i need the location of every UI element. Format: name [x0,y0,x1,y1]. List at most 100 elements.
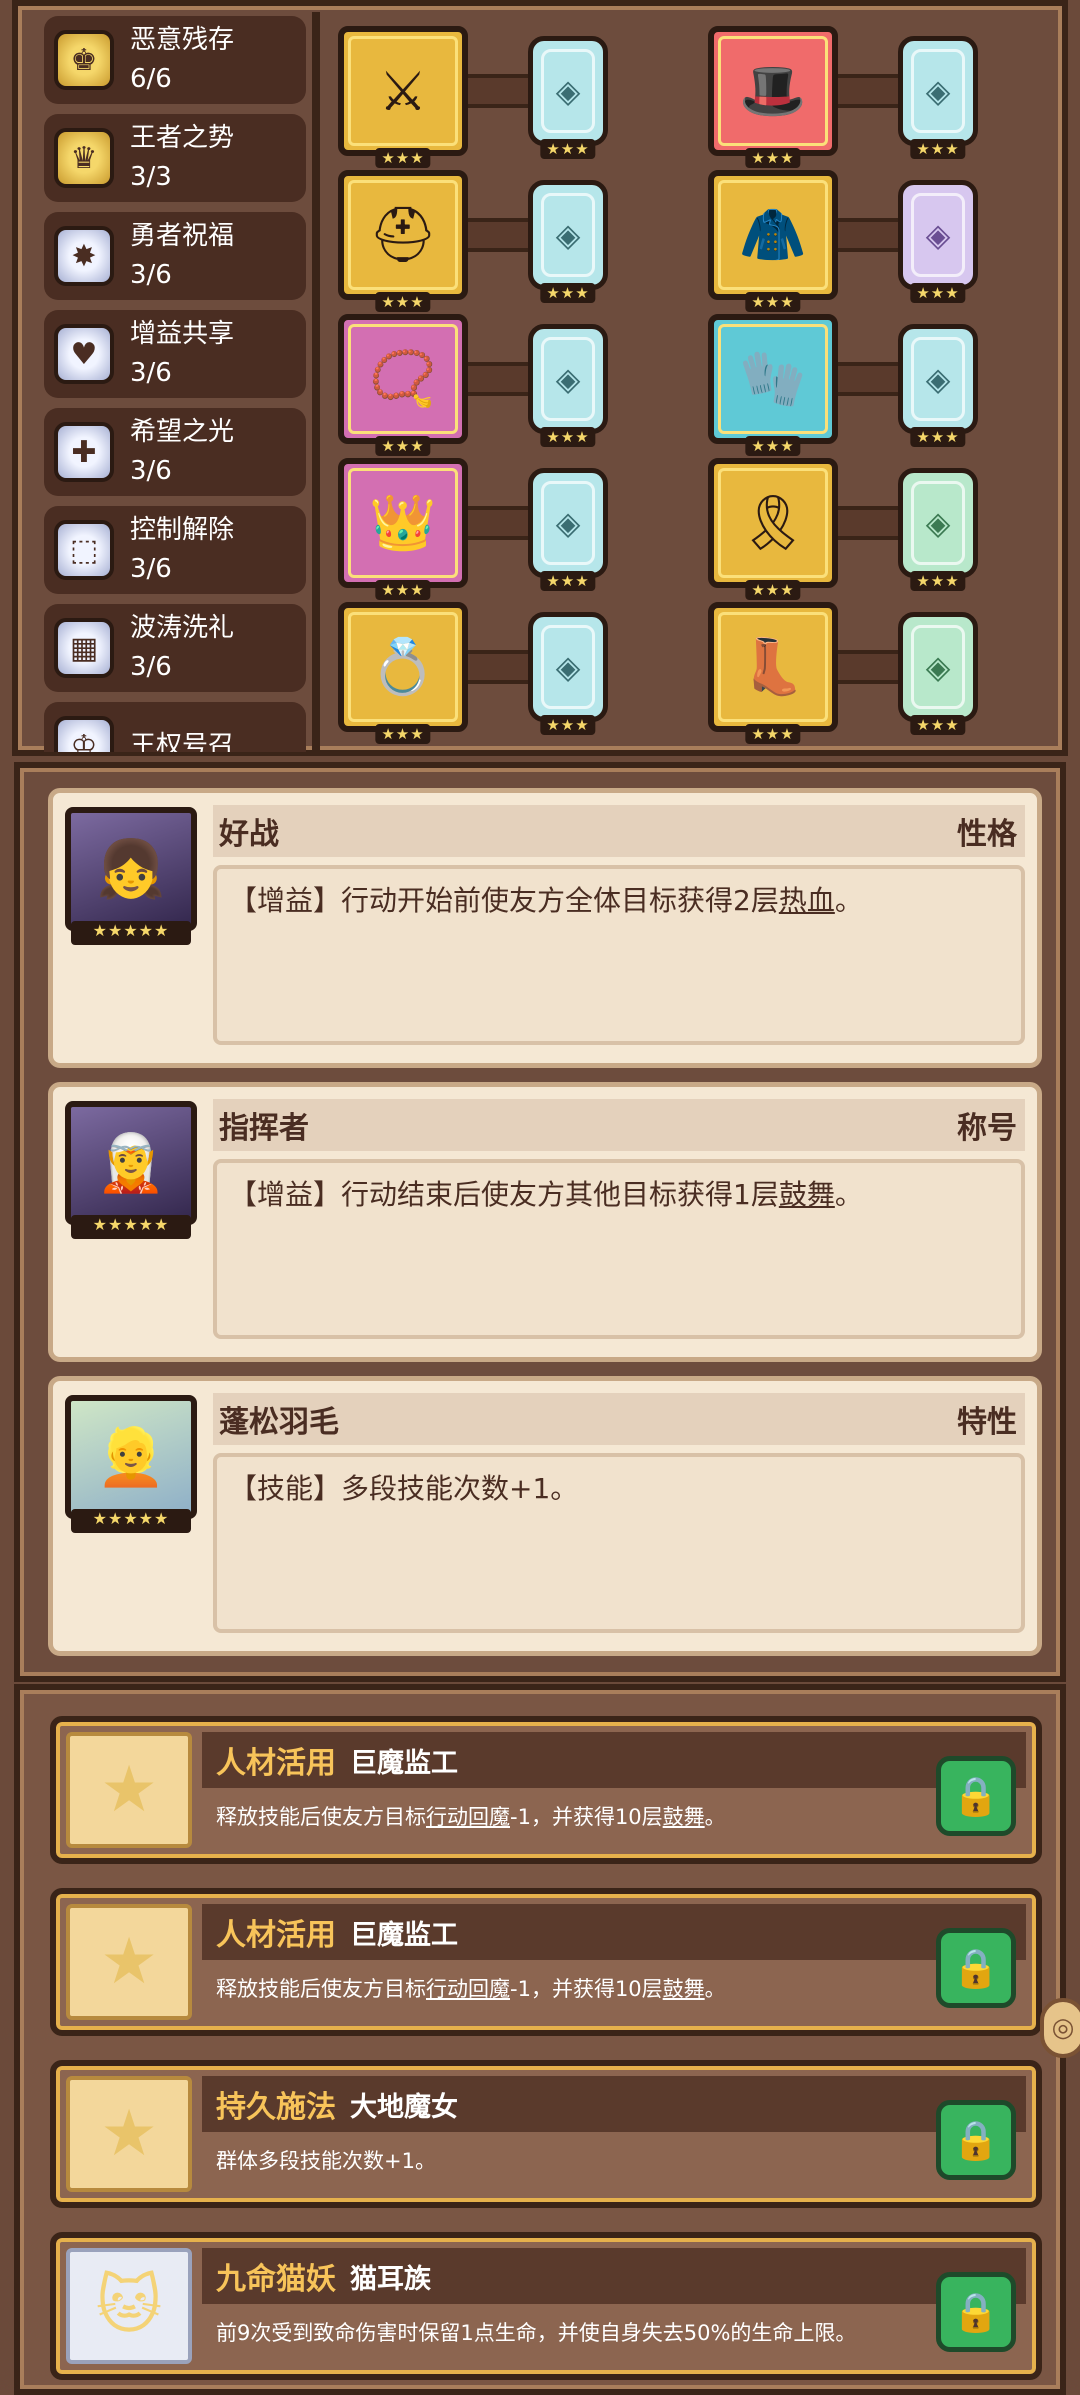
talent-panel: ★ 人材活用 巨魔监工 释放技能后使友方目标行动回魔-1，并获得10层鼓舞。 🔒 ★ 人材活… [14,1684,1066,2395]
trait-type: 称号 [957,1111,1017,1146]
equipment-slot[interactable]: 💍 ★★★ [338,602,468,744]
set-bonus-name: 增益共享 [130,319,235,349]
slot-connector [834,362,898,396]
gem-slot[interactable]: ◈ ★★★ [898,612,978,735]
equipment-slot[interactable]: ⛑ ★★★ [338,170,468,312]
trait-type: 性格 [957,817,1017,852]
keyword-link[interactable]: 行动回魔 [426,1977,510,2001]
set-bonus-item[interactable]: ♥ 增益共享 3/6 [44,310,306,398]
gem-slot[interactable]: ◈ ★★★ [898,468,978,591]
talent-source: 大地魔女 [350,2091,458,2123]
set-bonus-text: 勇者祝福 3/6 [130,217,234,295]
slot-connector [834,650,898,684]
equipment-slot[interactable]: 👑 ★★★ [338,458,468,600]
buff-keyword-link[interactable]: 鼓舞 [779,1178,835,1211]
gem-slot[interactable]: ◈ ★★★ [898,180,978,303]
equipment-stars: ★★★ [745,292,801,312]
lock-icon: 🔒 [952,1945,1000,1990]
lock-button[interactable]: 🔒 [936,1928,1016,2008]
glove-icon: 🧤 [739,347,807,410]
hat-icon: 🎩 [739,59,807,122]
panel-divider [312,12,320,752]
keyword-link[interactable]: 行动回魔 [426,1805,510,1829]
equipment-slot[interactable]: 🎩 ★★★ [708,26,838,168]
set-bonus-item[interactable]: ⬚ 控制解除 3/6 [44,506,306,594]
gem-icon: ◈ [925,648,951,686]
gem-slot[interactable]: ◈ ★★★ [528,324,608,447]
lock-button[interactable]: 🔒 [936,2272,1016,2352]
slot-connector [834,218,898,252]
equipment-row: 👑 ★★★ ◈ ★★★ 🎗 ★★★ ◈ ★★★ [328,458,1062,600]
set-bonus-count: 6/6 [130,64,172,94]
keyword-link[interactable]: 鼓舞 [663,1977,705,2001]
gem-stars: ★★★ [910,715,966,735]
blonde-hero-portrait[interactable]: 👱 [65,1395,197,1519]
talent-card: ★ 人材活用 巨魔监工 释放技能后使友方目标行动回魔-1，并获得10层鼓舞。 🔒 [50,1888,1042,2036]
equipment-stars: ★★★ [375,292,431,312]
equipment-slot[interactable]: ⚔ ★★★ [338,26,468,168]
equipment-slot[interactable]: 🧥 ★★★ [708,170,838,312]
trait-title: 蓬松羽毛 [219,1405,339,1440]
gem-stars: ★★★ [540,571,596,591]
trait-desc-text: 【增益】行动开始前使友方全体目标获得2层 [229,884,779,917]
talent-description: 释放技能后使友方目标行动回魔-1，并获得10层鼓舞。 [216,1802,906,1832]
equipment-row: 💍 ★★★ ◈ ★★★ 👢 ★★★ ◈ ★★★ [328,602,1062,744]
necklace-icon: 📿 [369,347,437,410]
lock-button[interactable]: 🔒 [936,1756,1016,1836]
helmet-icon: ⛑ [368,203,438,266]
keyword-link[interactable]: 鼓舞 [663,1805,705,1829]
set-bonus-text: 王权号召 [130,727,234,752]
scroll-handle-icon[interactable]: ◎ [1040,1998,1080,2058]
set-bonus-item[interactable]: ♔ 王权号召 [44,702,306,752]
portrait-stars: ★★★★★ [71,1509,191,1533]
talent-desc-text: 释放技能后使友方目标 [216,1805,426,1829]
equipment-slot[interactable]: 👢 ★★★ [708,602,838,744]
set-bonus-name: 王权号召 [130,731,235,752]
gem-slot[interactable]: ◈ ★★★ [528,180,608,303]
silver-heart-icon: ♥ [54,324,114,384]
gem-icon: ◈ [555,216,581,254]
gem-stars: ★★★ [910,571,966,591]
talent-header: 人材活用 巨魔监工 [202,1904,1026,1960]
equipment-slot[interactable]: 📿 ★★★ [338,314,468,456]
set-bonus-count: 3/6 [130,260,172,290]
lock-button[interactable]: 🔒 [936,2100,1016,2180]
talent-source: 猫耳族 [350,2263,431,2295]
gem-icon: ◈ [555,72,581,110]
gem-slot[interactable]: ◈ ★★★ [898,324,978,447]
set-bonus-item[interactable]: ▦ 波涛洗礼 3/6 [44,604,306,692]
equipment-slot[interactable]: 🎗 ★★★ [708,458,838,600]
trait-card: 👱 ★★★★★ 蓬松羽毛 特性 【技能】多段技能次数+1。 [48,1376,1042,1656]
set-bonus-text: 恶意残存 6/6 [130,21,234,99]
purple-hair-hero-portrait[interactable]: 🧝 [65,1101,197,1225]
gem-icon: ◈ [925,360,951,398]
set-bonus-item[interactable]: ♚ 恶意残存 6/6 [44,16,306,104]
dark-hair-hero-portrait[interactable]: 👧 [65,807,197,931]
equipment-stars: ★★★ [745,580,801,600]
gem-slot[interactable]: ◈ ★★★ [528,36,608,159]
set-bonus-item[interactable]: ✸ 勇者祝福 3/6 [44,212,306,300]
sword-icon: ⚔ [378,59,428,123]
gem-stars: ★★★ [540,427,596,447]
set-bonus-name: 控制解除 [130,515,235,545]
set-bonus-item[interactable]: ✚ 希望之光 3/6 [44,408,306,496]
set-bonus-item[interactable]: ♛ 王者之势 3/3 [44,114,306,202]
gem-slot[interactable]: ◈ ★★★ [528,468,608,591]
set-bonus-name: 希望之光 [130,417,235,447]
gem-stars: ★★★ [540,283,596,303]
trait-card: 🧝 ★★★★★ 指挥者 称号 【增益】行动结束后使友方其他目标获得1层鼓舞。 [48,1082,1042,1362]
buff-keyword-link[interactable]: 热血 [779,884,835,917]
gem-icon: ◈ [925,504,951,542]
trait-description: 【增益】行动开始前使友方全体目标获得2层热血。 [213,865,1025,1045]
set-bonus-name: 勇者祝福 [130,221,235,251]
talent-name: 人材活用 [216,1918,336,1953]
gem-slot[interactable]: ◈ ★★★ [898,36,978,159]
gold-medal-icon: ♚ [54,30,114,90]
equipment-slot[interactable]: 🧤 ★★★ [708,314,838,456]
talent-description: 释放技能后使友方目标行动回魔-1，并获得10层鼓舞。 [216,1974,906,2004]
set-bonus-text: 希望之光 3/6 [130,413,234,491]
set-bonus-list[interactable]: ♚ 恶意残存 6/6 ♛ 王者之势 3/3 ✸ 勇者祝福 3/6 ♥ 增益共享 3/6 ✚ 希望之光 3/6… [30,12,312,752]
slot-connector [464,650,528,684]
gem-slot[interactable]: ◈ ★★★ [528,612,608,735]
silver-crown-icon: ♔ [54,716,114,752]
